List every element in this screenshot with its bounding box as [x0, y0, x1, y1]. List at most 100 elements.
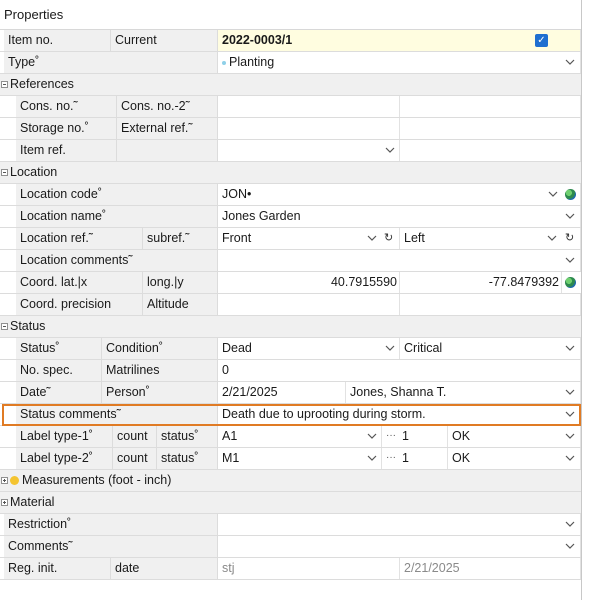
label-type-1-count-field[interactable]: 1 — [398, 426, 448, 447]
collapse-icon[interactable] — [1, 81, 8, 88]
row-coord-precision: Coord. precision Altitude — [0, 294, 581, 316]
location-name-select[interactable]: Jones Garden — [218, 206, 581, 227]
coord-lat-field[interactable]: 40.7915590 — [218, 272, 400, 293]
status-comments-select[interactable]: Death due to uprooting during storm. — [218, 404, 581, 425]
row-label-type-2: Label type-2˚ count status˚ M1 ··· 1 OK — [0, 448, 581, 470]
chevron-down-icon[interactable] — [547, 188, 559, 200]
label-type-2-select[interactable]: M1 — [218, 448, 382, 469]
row-location-code: Location code˚ JON• — [0, 184, 581, 206]
item-no-label: Item no. — [4, 30, 111, 51]
chevron-down-icon[interactable] — [384, 342, 396, 354]
row-type: Type˚ Planting — [0, 52, 581, 74]
chevron-down-icon[interactable] — [384, 144, 396, 156]
row-location-name: Location name˚ Jones Garden — [0, 206, 581, 228]
item-no-field[interactable]: 2022-0003/1 — [218, 30, 581, 51]
checkbox-icon[interactable]: ✓ — [535, 34, 548, 47]
row-label-type-1: Label type-1˚ count status˚ A1 ··· 1 OK — [0, 426, 581, 448]
globe-icon[interactable] — [565, 189, 576, 200]
coord-precision-field[interactable] — [218, 294, 400, 315]
comments-select[interactable] — [218, 536, 581, 557]
status-select[interactable]: Dead — [218, 338, 400, 359]
person-select[interactable]: Jones, Shanna T. — [346, 382, 581, 403]
chevron-down-icon[interactable] — [564, 342, 576, 354]
type-value: Planting — [229, 55, 275, 69]
status-comments-label: Status comments˜ — [16, 404, 218, 425]
label-type-1-status-select[interactable]: OK — [448, 426, 581, 447]
cons-no-2-field[interactable] — [400, 96, 581, 117]
altitude-field[interactable] — [400, 294, 581, 315]
chevron-down-icon[interactable] — [564, 540, 576, 552]
chevron-down-icon[interactable] — [564, 56, 576, 68]
section-location-label: Location — [10, 165, 58, 179]
location-ref-label: Location ref.˜ — [16, 228, 143, 249]
row-coord: Coord. lat.|x long.|y 40.7915590 -77.847… — [0, 272, 581, 294]
label-type-2-count-field[interactable]: 1 — [398, 448, 448, 469]
section-references[interactable]: References — [0, 74, 581, 96]
location-comments-label: Location comments˜ — [16, 250, 218, 271]
label-type-1-select[interactable]: A1 — [218, 426, 382, 447]
section-material[interactable]: Material — [0, 492, 581, 514]
chevron-down-icon[interactable] — [564, 430, 576, 442]
label-type-2-label: Label type-2˚ — [16, 448, 113, 469]
location-code-select[interactable]: JON• — [218, 184, 581, 205]
type-select[interactable]: Planting — [218, 52, 581, 73]
expand-icon[interactable] — [1, 477, 8, 484]
item-no-current-label: Current — [111, 30, 218, 51]
no-spec-field[interactable]: 0 — [218, 360, 581, 381]
coord-long-field[interactable]: -77.8479392 — [400, 272, 562, 293]
section-location[interactable]: Location — [0, 162, 581, 184]
ellipsis-icon[interactable]: ··· — [386, 448, 396, 467]
row-status-comments: Status comments˜ Death due to uprooting … — [0, 404, 581, 426]
globe-icon[interactable] — [565, 277, 576, 288]
refresh-icon[interactable]: ↻ — [384, 228, 393, 249]
chevron-down-icon[interactable] — [564, 386, 576, 398]
condition-select[interactable]: Critical — [400, 338, 581, 359]
section-references-label: References — [10, 77, 74, 91]
date-field[interactable]: 2/21/2025 — [218, 382, 346, 403]
label-type-2-status-select[interactable]: OK — [448, 448, 581, 469]
external-ref-field[interactable] — [400, 118, 581, 139]
chevron-down-icon[interactable] — [366, 452, 378, 464]
section-measurements-label: Measurements (foot - inch) — [22, 473, 172, 487]
chevron-down-icon[interactable] — [564, 254, 576, 266]
location-comments-select[interactable] — [218, 250, 581, 271]
chevron-down-icon[interactable] — [546, 232, 558, 244]
section-material-label: Material — [10, 495, 55, 509]
item-ref-select[interactable] — [218, 140, 400, 161]
chevron-down-icon[interactable] — [366, 232, 378, 244]
no-spec-label: No. spec. — [16, 360, 102, 381]
row-restriction: Restriction˚ — [0, 514, 581, 536]
date-label: Date˜ — [16, 382, 102, 403]
row-no-spec: No. spec. Matrilines 0 — [0, 360, 581, 382]
property-grid: Item no. Current 2022-0003/1 ✓ Type˚ Pla… — [0, 29, 581, 580]
collapse-icon[interactable] — [1, 169, 8, 176]
row-location-comments: Location comments˜ — [0, 250, 581, 272]
chevron-down-icon[interactable] — [564, 452, 576, 464]
type-label: Type˚ — [4, 52, 218, 73]
cons-no-field[interactable] — [218, 96, 400, 117]
section-status[interactable]: Status — [0, 316, 581, 338]
section-status-label: Status — [10, 319, 46, 333]
row-comments: Comments˜ — [0, 536, 581, 558]
chevron-down-icon[interactable] — [564, 518, 576, 530]
restriction-select[interactable] — [218, 514, 581, 535]
type-dot-icon — [222, 60, 226, 65]
chevron-down-icon[interactable] — [564, 210, 576, 222]
chevron-down-icon[interactable] — [564, 408, 576, 420]
storage-no-field[interactable] — [218, 118, 400, 139]
refresh-icon[interactable]: ↻ — [565, 228, 574, 249]
location-code-label: Location code˚ — [16, 184, 218, 205]
label-type-2-status-label: status˚ — [157, 448, 218, 469]
measurements-dot-icon — [10, 476, 19, 485]
person-label: Person˚ — [102, 382, 218, 403]
cons-no-label: Cons. no.˜ — [16, 96, 117, 117]
ellipsis-icon[interactable]: ··· — [386, 426, 396, 445]
item-ref-label: Item ref. — [16, 140, 117, 161]
chevron-down-icon[interactable] — [366, 430, 378, 442]
collapse-icon[interactable] — [1, 323, 8, 330]
restriction-label: Restriction˚ — [4, 514, 218, 535]
section-measurements[interactable]: Measurements (foot - inch) — [0, 470, 581, 492]
expand-icon[interactable] — [1, 499, 8, 506]
item-ref-field-2[interactable] — [400, 140, 581, 161]
reg-date-field: 2/21/2025 — [400, 558, 581, 579]
